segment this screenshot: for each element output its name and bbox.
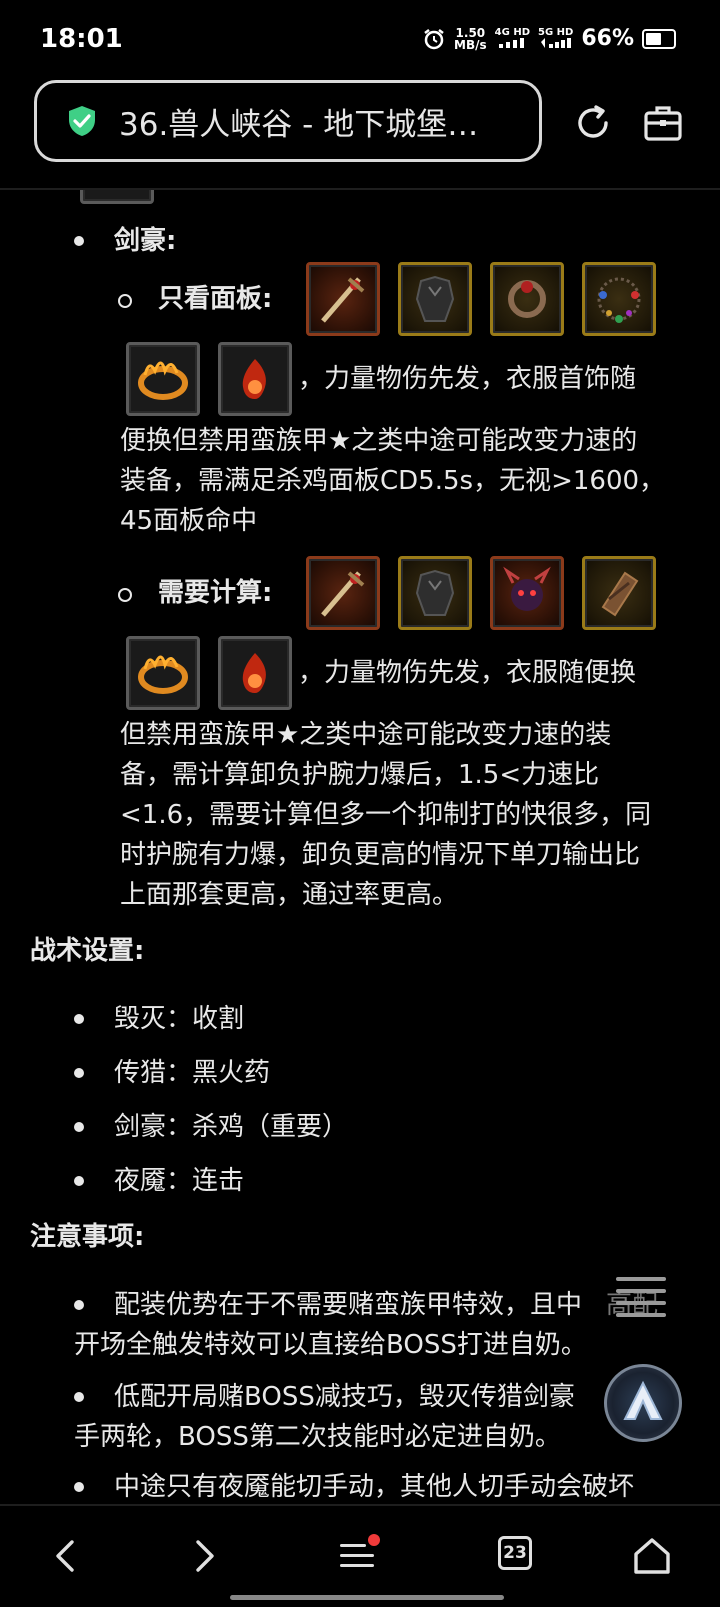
battery-icon	[642, 28, 676, 49]
calc-text-4: <1.6，需要计算但多一个抑制打的快很多，同	[120, 800, 652, 830]
signal-5g: 5G HD	[538, 27, 573, 51]
tactic-item: 传猎：黑火药	[114, 1058, 271, 1088]
flame-crown-icon[interactable]	[126, 342, 200, 416]
bracer-icon[interactable]	[582, 556, 656, 630]
armor-icon[interactable]	[398, 262, 472, 336]
menu-icon[interactable]	[336, 1534, 380, 1578]
gesture-bar[interactable]	[230, 1595, 504, 1600]
demon-icon[interactable]	[490, 556, 564, 630]
notes-heading: 注意事项:	[30, 1222, 145, 1252]
necklace-icon[interactable]	[582, 262, 656, 336]
table-of-contents-icon[interactable]	[616, 1275, 666, 1321]
article-content: 剑豪: 只看面板: ，力量物伤先发，衣服首饰随 便换但禁用蛮族甲★之类中途可能改…	[0, 190, 720, 1502]
calc-text-6: 上面那套更高，通过率更高。	[120, 880, 459, 910]
sub-bullet	[118, 588, 132, 602]
cropped-item-icon	[80, 190, 154, 204]
flame-crown-icon[interactable]	[126, 636, 200, 710]
calc-text-5: 时护腕有力爆，卸负更高的情况下单刀输出比	[120, 840, 641, 870]
sword-icon[interactable]	[306, 556, 380, 630]
sword-master-heading: 剑豪:	[114, 226, 177, 256]
status-icons: 1.50 MB/s 4G HD 5G HD 66%	[422, 26, 676, 51]
tactic-item: 剑豪：杀鸡（重要）	[114, 1112, 349, 1142]
toolbox-icon[interactable]	[642, 102, 684, 144]
shield-check-icon	[69, 106, 95, 136]
page-title: 36.兽人峡谷 - 地下城堡…	[119, 106, 479, 143]
address-bar[interactable]: 36.兽人峡谷 - 地下城堡…	[34, 80, 542, 162]
network-speed: 1.50 MB/s	[454, 25, 487, 52]
forward-icon[interactable]	[182, 1534, 226, 1578]
bullet-dot	[74, 236, 84, 246]
clock: 18:01	[40, 24, 123, 54]
note-1-line-2: 开场全触发特效可以直接给BOSS打进自奶。	[74, 1330, 587, 1360]
armor-icon[interactable]	[398, 556, 472, 630]
note-2-line-1: 低配开局赌BOSS减技巧，毁灭传猎剑豪	[114, 1382, 575, 1412]
home-icon[interactable]	[630, 1534, 674, 1578]
bullet-dot	[74, 1122, 84, 1132]
battery-percent: 66%	[581, 26, 634, 51]
panel-only-text-4: 45面板命中	[120, 506, 258, 536]
calc-label: 需要计算:	[158, 578, 273, 608]
signal-bars-icon	[499, 37, 525, 48]
sub-bullet	[118, 294, 132, 308]
refresh-icon[interactable]	[572, 102, 614, 144]
alarm-icon	[424, 28, 444, 49]
fire-orb-icon[interactable]	[218, 636, 292, 710]
panel-only-label: 只看面板:	[158, 284, 273, 314]
bullet-dot	[74, 1176, 84, 1186]
game-assistant-button[interactable]	[604, 1364, 682, 1442]
signal-4g: 4G HD	[495, 27, 530, 51]
tab-count-button[interactable]: 23	[498, 1536, 532, 1570]
bullet-dot	[74, 1300, 84, 1310]
panel-only-text-2: 便换但禁用蛮族甲★之类中途可能改变力速的	[120, 426, 638, 456]
bullet-dot	[74, 1482, 84, 1492]
status-bar: 18:01 1.50 MB/s 4G HD 5G HD 66%	[0, 0, 720, 80]
panel-only-text-1: ，力量物伤先发，衣服首饰随	[298, 364, 637, 394]
signal-bars-icon	[540, 37, 571, 48]
bullet-dot	[74, 1068, 84, 1078]
note-2-line-2: 手两轮，BOSS第二次技能时必定进自奶。	[74, 1422, 561, 1452]
bullet-dot	[74, 1014, 84, 1024]
bullet-dot	[74, 1392, 84, 1402]
calc-text-2: 但禁用蛮族甲★之类中途可能改变力速的装	[120, 720, 612, 750]
panel-only-text-3: 装备，需满足杀鸡面板CD5.5s，无视>1600，	[120, 466, 666, 496]
calc-text-3: 备，需计算卸负护腕力爆后，1.5<力速比	[120, 760, 600, 790]
note-1-line-1: 配装优势在于不需要赌蛮族甲特效，且中	[114, 1290, 583, 1320]
tactic-item: 夜魇：连击	[114, 1166, 245, 1196]
a-logo-icon	[623, 1380, 663, 1420]
note-3-line-1: 中途只有夜魇能切手动，其他人切手动会破坏	[114, 1472, 635, 1502]
sword-icon[interactable]	[306, 262, 380, 336]
back-icon[interactable]	[44, 1534, 88, 1578]
tactics-heading: 战术设置:	[30, 936, 145, 966]
tactic-item: 毁灭：收割	[114, 1004, 245, 1034]
ring-icon[interactable]	[490, 262, 564, 336]
fire-orb-icon[interactable]	[218, 342, 292, 416]
calc-text-1: ，力量物伤先发，衣服随便换	[298, 658, 637, 688]
